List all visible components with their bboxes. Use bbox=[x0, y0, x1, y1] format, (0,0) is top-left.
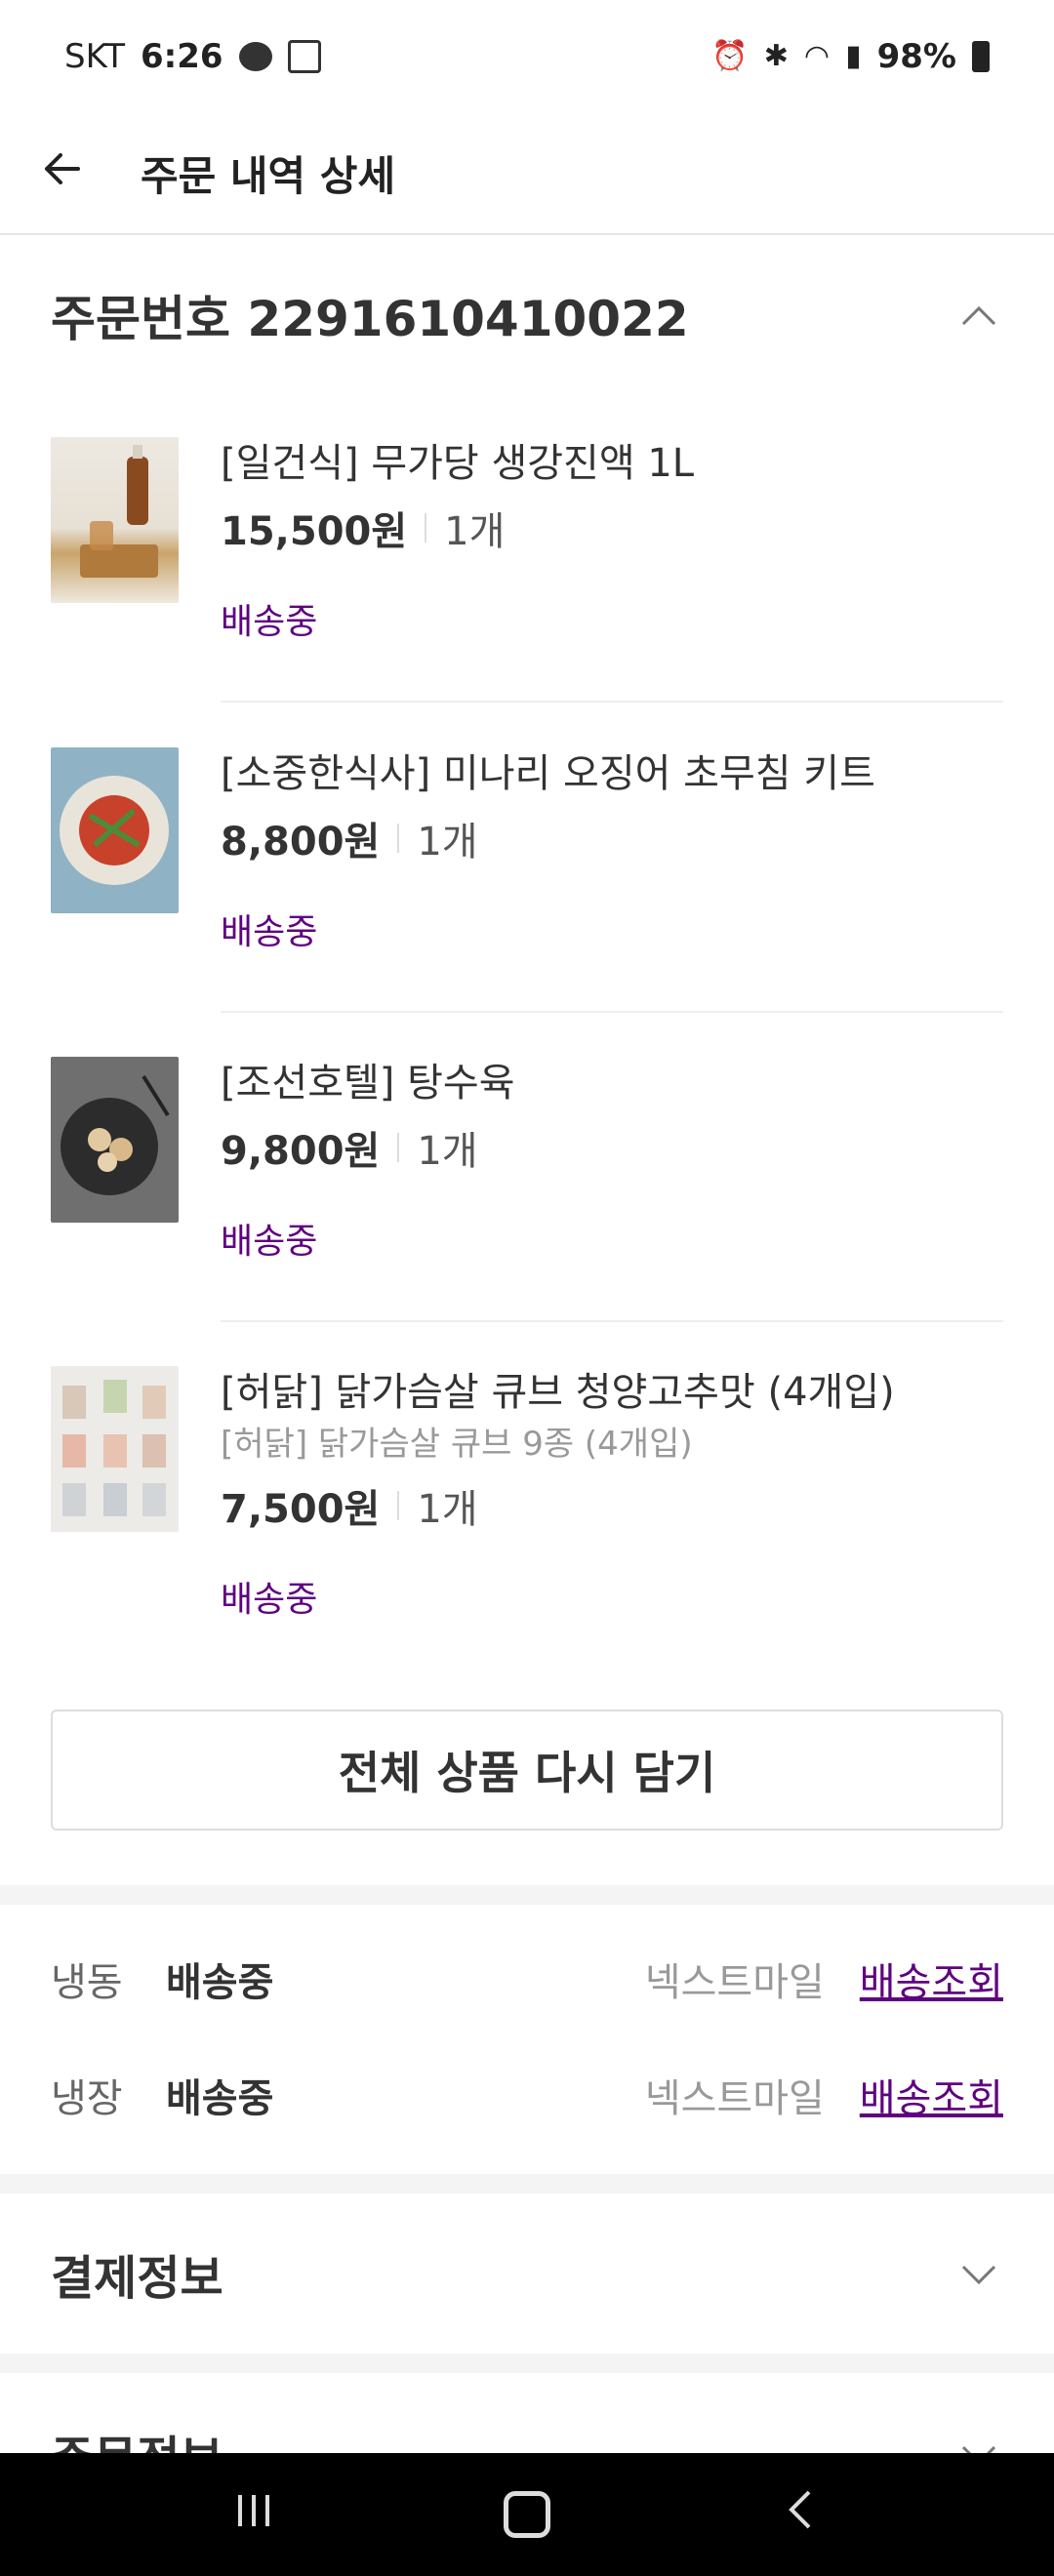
order-number: 주문번호 2291610410022 bbox=[51, 290, 689, 347]
item-divider bbox=[221, 1320, 1003, 1322]
section-separator bbox=[0, 1885, 1054, 1905]
price-row: 15,500원 1개 bbox=[221, 500, 1003, 556]
bluetooth-icon: ✱ bbox=[763, 39, 789, 73]
product-name[interactable]: [조선호텔] 탕수육 bbox=[221, 1057, 1003, 1109]
product-thumbnail[interactable] bbox=[51, 1366, 179, 1532]
clock: 6:26 bbox=[141, 36, 223, 76]
order-item[interactable]: [일건식] 무가당 생강진액 1L 15,500원 1개 배송중 bbox=[51, 437, 1003, 642]
divider bbox=[397, 824, 400, 853]
payment-title: 결제정보 bbox=[51, 2251, 223, 2306]
product-price: 15,500원 bbox=[221, 509, 408, 554]
chevron-down-icon[interactable] bbox=[954, 2252, 1003, 2295]
status-left: SKT 6:26 bbox=[64, 37, 321, 76]
status-right: ⏰ ✱ ◠ ▮ 98% bbox=[711, 37, 990, 76]
item-divider bbox=[221, 1011, 1003, 1013]
product-quantity: 1개 bbox=[444, 509, 506, 554]
item-info: [허닭] 닭가슴살 큐브 청양고추맛 (4개입) [허닭] 닭가슴살 큐브 9종… bbox=[221, 1366, 1003, 1622]
order-item[interactable]: [소중한식사] 미나리 오징어 초무침 키트 8,800원 1개 배송중 bbox=[51, 747, 1003, 952]
battery-level: 98% bbox=[876, 36, 956, 76]
delivery-status: 배송중 bbox=[221, 912, 318, 952]
section-separator bbox=[0, 2174, 1054, 2194]
product-price: 9,800원 bbox=[221, 1129, 381, 1174]
status-bar: SKT 6:26 ⏰ ✱ ◠ ▮ 98% bbox=[0, 0, 1054, 112]
delivery-status: 배송중 bbox=[221, 1580, 318, 1620]
price-row: 8,800원 1개 bbox=[221, 810, 1003, 866]
delivery-type: 냉장 bbox=[51, 2076, 123, 2121]
delivery-row-chilled: 냉장 배송중 넥스트마일 배송조회 bbox=[51, 2056, 1003, 2134]
item-info: [일건식] 무가당 생강진액 1L 15,500원 1개 배송중 bbox=[221, 437, 1003, 644]
talk-icon bbox=[238, 41, 272, 71]
product-thumbnail[interactable] bbox=[51, 747, 179, 913]
divider bbox=[397, 1491, 400, 1520]
product-thumbnail[interactable] bbox=[51, 437, 179, 603]
track-delivery-link[interactable]: 배송조회 bbox=[860, 2067, 1003, 2123]
product-name[interactable]: [허닭] 닭가슴살 큐브 청양고추맛 (4개입) bbox=[221, 1366, 1003, 1419]
delivery-row-frozen: 냉동 배송중 넥스트마일 배송조회 bbox=[51, 1940, 1003, 2018]
order-item[interactable]: [조선호텔] 탕수육 9,800원 1개 배송중 bbox=[51, 1057, 1003, 1262]
page-title: 주문 내역 상세 bbox=[141, 151, 396, 200]
order-header[interactable]: 주문번호 2291610410022 bbox=[51, 273, 1003, 356]
price-row: 7,500원 1개 bbox=[221, 1477, 1003, 1534]
chevron-up-icon[interactable] bbox=[954, 294, 1003, 337]
item-info: [소중한식사] 미나리 오징어 초무침 키트 8,800원 1개 배송중 bbox=[221, 747, 1003, 954]
home-icon[interactable] bbox=[468, 2491, 586, 2538]
alarm-icon: ⏰ bbox=[711, 39, 749, 73]
product-quantity: 1개 bbox=[417, 820, 478, 865]
delivery-status: 배송중 bbox=[221, 1222, 318, 1262]
product-name[interactable]: [일건식] 무가당 생강진액 1L bbox=[221, 437, 1003, 490]
item-info: [조선호텔] 탕수육 9,800원 1개 배송중 bbox=[221, 1057, 1003, 1264]
item-divider bbox=[221, 701, 1003, 703]
battery-icon bbox=[972, 40, 990, 72]
section-separator bbox=[0, 2354, 1054, 2373]
order-item[interactable]: [허닭] 닭가슴살 큐브 청양고추맛 (4개입) [허닭] 닭가슴살 큐브 9종… bbox=[51, 1366, 1003, 1620]
product-option: [허닭] 닭가슴살 큐브 9종 (4개입) bbox=[221, 1425, 693, 1464]
price-row: 9,800원 1개 bbox=[221, 1119, 1003, 1176]
delivery-carrier: 넥스트마일 bbox=[644, 1960, 825, 2005]
delivery-status: 배송중 bbox=[166, 1960, 274, 2005]
wifi-icon: ◠ bbox=[803, 39, 831, 73]
product-quantity: 1개 bbox=[417, 1129, 478, 1174]
carrier: SKT bbox=[64, 36, 126, 76]
product-thumbnail[interactable] bbox=[51, 1057, 179, 1223]
system-nav-bar bbox=[0, 2453, 1054, 2576]
divider bbox=[397, 1133, 400, 1162]
product-price: 7,500원 bbox=[221, 1487, 381, 1532]
delivery-status: 배송중 bbox=[166, 2076, 274, 2121]
delivery-status: 배송중 bbox=[221, 602, 318, 642]
back-arrow-icon[interactable] bbox=[39, 145, 127, 201]
payment-section-header[interactable]: 결제정보 bbox=[51, 2230, 1003, 2317]
product-price: 8,800원 bbox=[221, 820, 381, 865]
delivery-type: 냉동 bbox=[51, 1960, 123, 2005]
reorder-all-button[interactable]: 전체 상품 다시 담기 bbox=[51, 1710, 1003, 1831]
app-bar: 주문 내역 상세 bbox=[0, 112, 1054, 235]
gallery-icon bbox=[287, 39, 321, 73]
delivery-carrier: 넥스트마일 bbox=[644, 2076, 825, 2121]
recent-apps-icon[interactable] bbox=[195, 2488, 312, 2541]
product-quantity: 1개 bbox=[417, 1487, 478, 1532]
back-nav-icon[interactable] bbox=[742, 2488, 859, 2542]
signal-icon: ▮ bbox=[845, 39, 862, 73]
track-delivery-link[interactable]: 배송조회 bbox=[860, 1951, 1003, 2007]
divider bbox=[425, 513, 427, 543]
product-name[interactable]: [소중한식사] 미나리 오징어 초무침 키트 bbox=[221, 747, 1003, 800]
